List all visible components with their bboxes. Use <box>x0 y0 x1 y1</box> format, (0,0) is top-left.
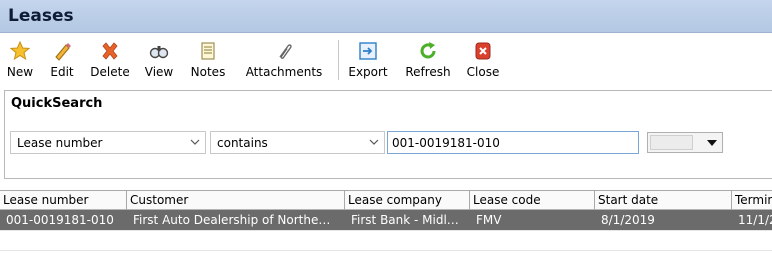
color-swatch <box>650 135 693 150</box>
export-icon <box>359 42 377 60</box>
close-label: Close <box>466 65 500 79</box>
window-title: Leases <box>8 6 74 26</box>
view-button[interactable]: View <box>138 34 180 88</box>
attachments-label: Attachments <box>245 65 323 79</box>
close-icon <box>475 42 491 60</box>
toolbar: New Edit Delete View Notes Attachments E… <box>0 34 772 88</box>
column-header-lease-company[interactable]: Lease company <box>345 191 470 210</box>
column-header-start-date[interactable]: Start date <box>595 191 732 210</box>
notes-button[interactable]: Notes <box>184 34 232 88</box>
search-value-input[interactable] <box>387 131 639 154</box>
row-divider <box>0 250 772 251</box>
quicksearch-title: QuickSearch <box>11 96 103 111</box>
search-operator-value: contains <box>217 136 268 150</box>
cell-start-date: 8/1/2019 <box>601 213 655 227</box>
search-field-select[interactable]: Lease number <box>10 131 206 154</box>
refresh-button[interactable]: Refresh <box>398 34 458 88</box>
chevron-down-icon <box>369 139 379 145</box>
cell-customer: First Auto Dealership of Northe… <box>133 213 331 227</box>
export-button[interactable]: Export <box>342 34 394 88</box>
refresh-label: Refresh <box>405 65 451 79</box>
delete-x-icon <box>102 42 118 60</box>
close-button[interactable]: Close <box>460 34 506 88</box>
color-filter-dropdown[interactable] <box>647 132 723 153</box>
dropdown-arrow-icon <box>707 140 717 146</box>
edit-button[interactable]: Edit <box>42 34 82 88</box>
cell-termination: 11/1/20 <box>738 213 772 227</box>
paperclip-icon <box>279 44 292 59</box>
column-header-lease-number[interactable]: Lease number <box>0 191 127 210</box>
export-label: Export <box>348 65 388 79</box>
notes-label: Notes <box>190 65 226 79</box>
toolbar-separator <box>338 40 339 80</box>
binoculars-icon <box>149 46 169 59</box>
cell-lease-company: First Bank - Midl… <box>351 213 459 227</box>
column-header-lease-code[interactable]: Lease code <box>470 191 595 210</box>
pencil-icon <box>55 43 71 61</box>
edit-label: Edit <box>50 65 74 79</box>
delete-label: Delete <box>90 65 130 79</box>
cell-lease-code: FMV <box>476 213 502 227</box>
grid-header: Lease number Customer Lease company Leas… <box>0 191 772 210</box>
search-operator-select[interactable]: contains <box>210 131 385 154</box>
leases-grid: Lease number Customer Lease company Leas… <box>0 190 772 261</box>
notes-icon <box>201 42 215 60</box>
column-header-customer[interactable]: Customer <box>127 191 345 210</box>
column-header-termination[interactable]: Terminat <box>732 191 772 210</box>
new-button[interactable]: New <box>0 34 40 88</box>
cell-lease-number: 001-0019181-010 <box>6 213 114 227</box>
view-label: View <box>144 65 174 79</box>
new-label: New <box>6 65 34 79</box>
search-field-value: Lease number <box>17 136 103 150</box>
star-icon <box>9 40 31 61</box>
title-bar: Leases <box>0 0 772 33</box>
refresh-icon <box>420 42 436 59</box>
attachments-button[interactable]: Attachments <box>236 34 332 88</box>
quicksearch-panel: QuickSearch Lease number contains <box>4 90 772 179</box>
chevron-down-icon <box>190 139 200 145</box>
row-divider <box>0 230 772 231</box>
delete-button[interactable]: Delete <box>84 34 136 88</box>
table-row[interactable]: 001-0019181-010 First Auto Dealership of… <box>0 210 772 230</box>
